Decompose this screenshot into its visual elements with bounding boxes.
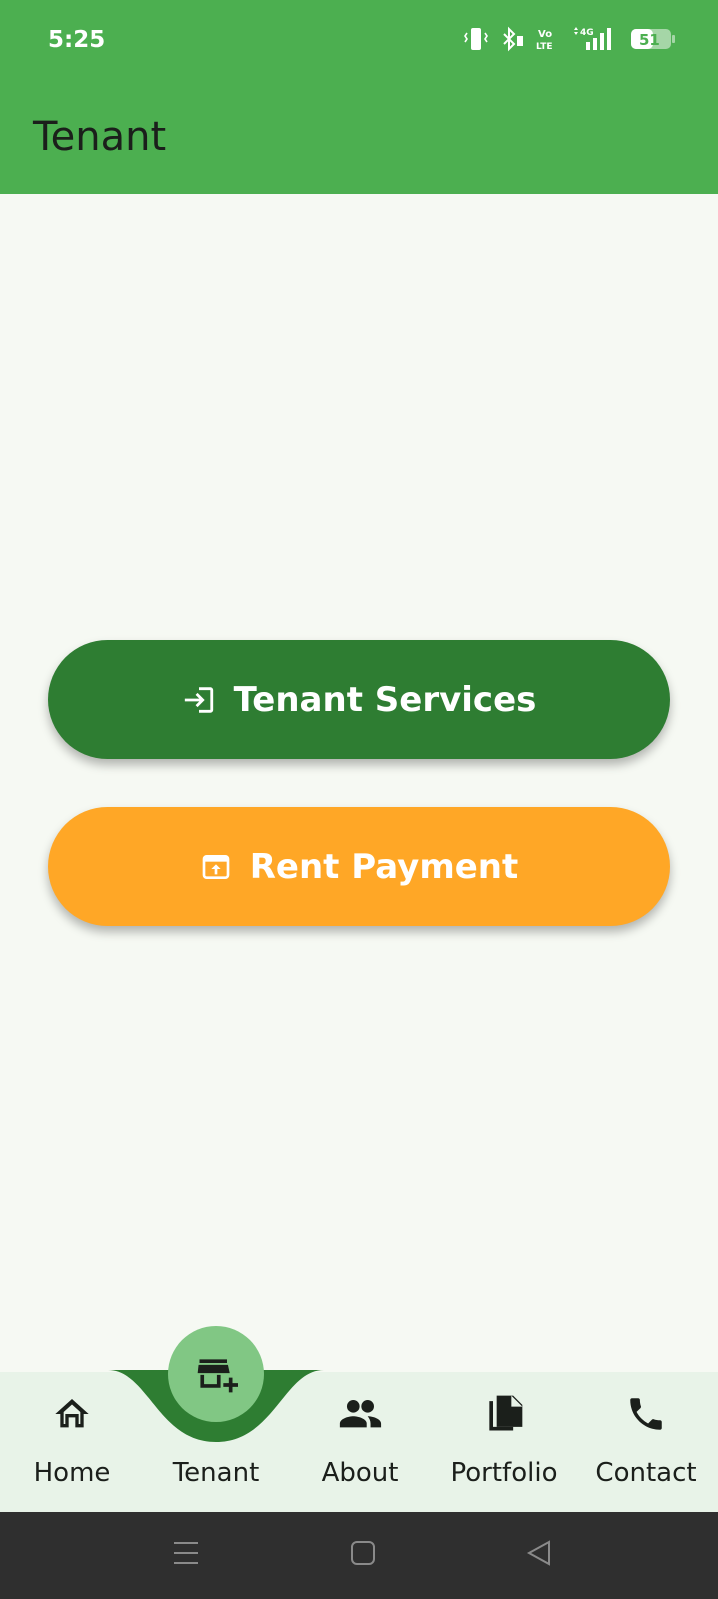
status-icons: Vo LTE 4G 51 (464, 24, 676, 54)
login-icon (184, 686, 213, 713)
tenant-services-button[interactable]: Tenant Services (48, 640, 670, 759)
phone-icon (630, 1398, 662, 1430)
people-icon (339, 1400, 382, 1428)
page-title: Tenant (33, 114, 167, 160)
menu-icon[interactable] (173, 1538, 199, 1568)
home-square-icon[interactable] (350, 1538, 376, 1568)
nav-item-home[interactable]: Home (0, 1388, 144, 1488)
nav-label-portfolio: Portfolio (450, 1458, 558, 1488)
files-icon (489, 1395, 523, 1431)
svg-text:Vo: Vo (538, 29, 552, 40)
bluetooth-icon (503, 26, 523, 52)
payment-icon (202, 854, 230, 879)
nav-label-contact: Contact (595, 1458, 697, 1488)
app-bar: Tenant (0, 84, 718, 194)
svg-text:LTE: LTE (536, 42, 553, 52)
nav-label-home: Home (33, 1458, 111, 1488)
status-time: 5:25 (48, 27, 106, 53)
signal-icon: 4G (574, 27, 611, 50)
status-bar: 5:25 Vo LTE 4G 51 (0, 0, 718, 84)
rent-payment-label: Rent Payment (249, 846, 519, 887)
nav-label-tenant: Tenant (172, 1458, 260, 1488)
nav-item-tenant[interactable]: Tenant (144, 1388, 288, 1488)
system-nav-bar (0, 1512, 718, 1599)
back-triangle-icon[interactable] (526, 1538, 552, 1568)
rent-payment-button[interactable]: Rent Payment (48, 807, 670, 926)
nav-item-portfolio[interactable]: Portfolio (432, 1388, 576, 1488)
nav-item-contact[interactable]: Contact (574, 1388, 718, 1488)
nav-item-about[interactable]: About (288, 1388, 432, 1488)
vibrate-icon (464, 28, 488, 50)
tenant-services-label: Tenant Services (233, 679, 537, 720)
battery-icon: 51 (631, 29, 675, 49)
volte-icon: Vo LTE (536, 29, 553, 52)
svg-text:4G: 4G (580, 28, 594, 38)
svg-text:51: 51 (639, 31, 660, 49)
nav-label-about: About (321, 1458, 399, 1488)
home-icon (55, 1399, 89, 1428)
